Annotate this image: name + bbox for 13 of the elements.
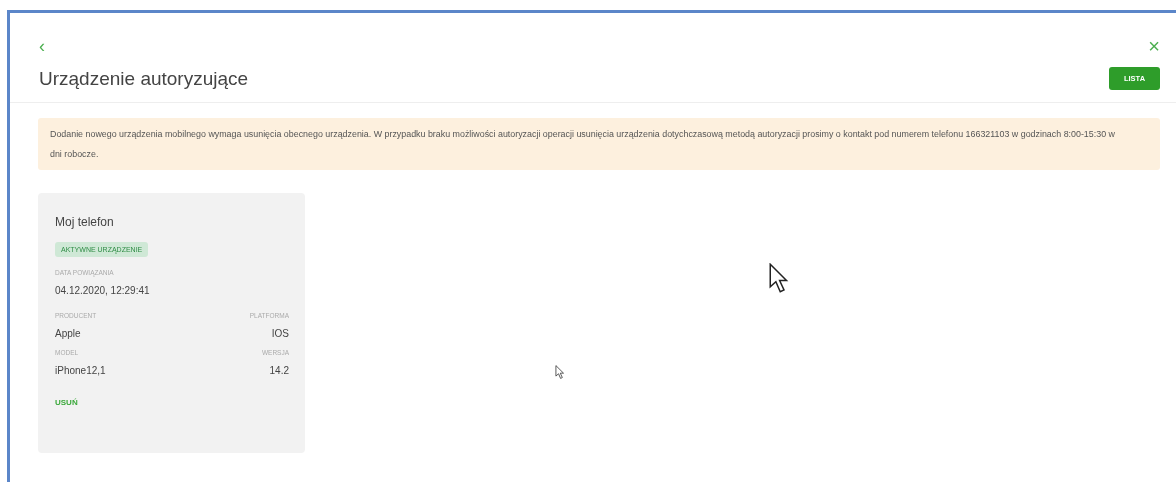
back-button[interactable]: ‹ [39, 35, 45, 57]
remove-link[interactable]: USUŃ [55, 398, 78, 407]
pointer-icon [555, 365, 565, 379]
device-name: Moj telefon [55, 215, 115, 229]
field-value: IOS [270, 328, 289, 339]
field-value: 14.2 [268, 365, 289, 376]
field-value: Apple [55, 328, 82, 339]
pointer-icon [768, 263, 790, 293]
close-button[interactable]: × [1148, 35, 1160, 57]
notice-message: Dodanie nowego urządzenia mobilnego wymaga usunięcia obecnego urządzenia. W przypadku braku możliwości autoryzacji operacji usunięcia urządzenia dotychczasową metodą autoryzacji prosimy o kontakt pod numerem telefonu 166321103 w godzinach 8:00-15:30 w dni robocze. [38, 118, 1160, 170]
page-title: Urządzenie autoryzujące [39, 67, 249, 90]
field-value: iPhone12,1 [55, 365, 107, 376]
field-value: 04.12.2020, 12:29:41 [55, 285, 151, 296]
